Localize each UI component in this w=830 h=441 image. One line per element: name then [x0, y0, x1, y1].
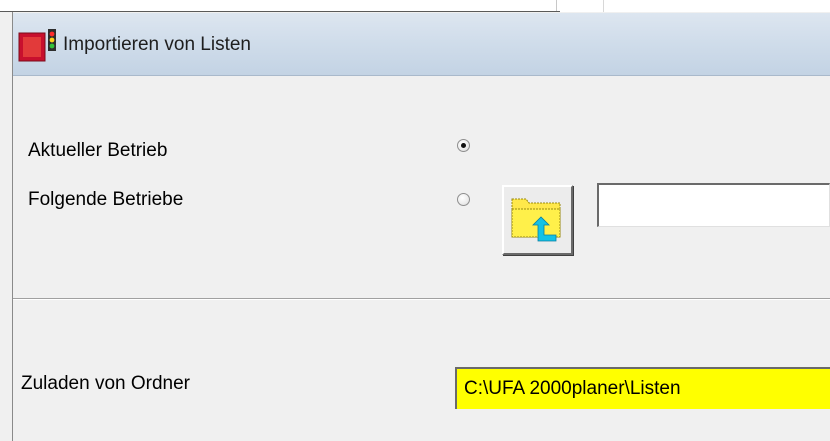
section-separator [13, 298, 830, 300]
background-divider [603, 0, 604, 12]
folgende-betriebe-label: Folgende Betriebe [28, 189, 184, 210]
window-title: Importieren von Listen [63, 34, 251, 55]
folder-select-button[interactable] [502, 185, 573, 255]
ordner-label: Zuladen von Ordner [21, 373, 190, 394]
app-icon [18, 29, 56, 62]
radio-selected-dot [461, 143, 466, 148]
folgende-betriebe-radio[interactable] [457, 193, 470, 206]
ordner-path-field[interactable]: C:\UFA 2000planer\Listen [455, 367, 830, 409]
folder-upload-icon [511, 198, 561, 242]
background-window-strip [0, 0, 830, 12]
aktueller-betrieb-radio[interactable] [457, 139, 470, 152]
betriebe-input[interactable] [597, 183, 830, 227]
window-border [12, 12, 13, 441]
aktueller-betrieb-label: Aktueller Betrieb [28, 140, 168, 161]
